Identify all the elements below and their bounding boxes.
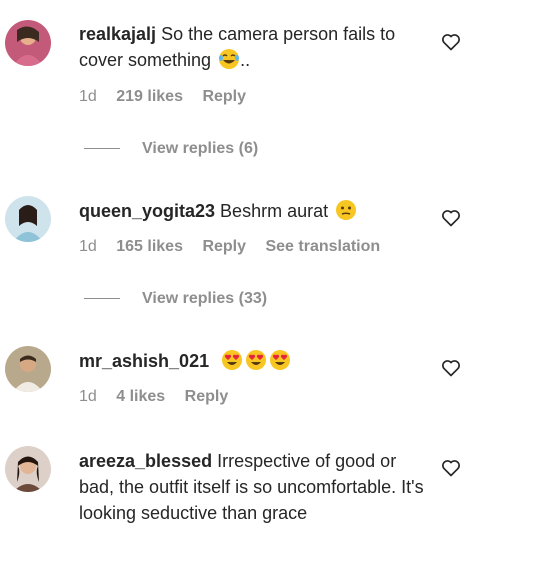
view-replies-label: View replies (33) — [142, 290, 268, 307]
like-heart-icon[interactable] — [441, 208, 461, 228]
see-translation-button[interactable]: See translation — [265, 238, 380, 255]
reply-button[interactable]: Reply — [202, 88, 246, 105]
divider-line — [84, 298, 120, 300]
comment-likes[interactable]: 165 likes — [116, 238, 183, 255]
comment-likes[interactable]: 219 likes — [116, 88, 183, 105]
comment-username[interactable]: realkajalj — [79, 24, 156, 44]
view-replies-label: View replies (6) — [142, 140, 259, 157]
view-replies-button[interactable]: View replies (6) — [84, 140, 258, 158]
comment-username[interactable]: queen_yogita23 — [79, 201, 215, 221]
reply-button[interactable]: Reply — [185, 388, 229, 405]
comment-username[interactable]: mr_ashish_021 — [79, 351, 209, 371]
comment-body: Beshrm aurat — [220, 201, 329, 221]
comment-text: realkajalj So the camera person fails to … — [79, 21, 424, 73]
heart-eyes-emoji — [270, 350, 291, 370]
avatar[interactable] — [5, 20, 51, 66]
laughing-tears-emoji — [219, 49, 240, 69]
view-replies-button[interactable]: View replies (33) — [84, 290, 267, 308]
divider-line — [84, 148, 120, 150]
comment-suffix: .. — [240, 50, 251, 70]
heart-eyes-emoji — [246, 350, 267, 370]
comment-text: queen_yogita23 Beshrm aurat — [79, 198, 424, 224]
comment-meta: 1d 165 likes Reply See translation — [79, 238, 395, 256]
comment-text: areeza_blessed Irrespective of good or ba… — [79, 448, 424, 526]
comment-text: mr_ashish_021 — [79, 348, 424, 374]
comment-likes[interactable]: 4 likes — [116, 388, 165, 405]
neutral-face-emoji — [336, 200, 357, 220]
reply-button[interactable]: Reply — [202, 238, 246, 255]
comment-meta: 1d 219 likes Reply — [79, 88, 261, 106]
like-heart-icon[interactable] — [441, 458, 461, 478]
comment-time: 1d — [79, 388, 97, 405]
heart-eyes-emoji — [222, 350, 243, 370]
avatar[interactable] — [5, 346, 51, 392]
avatar[interactable] — [5, 446, 51, 492]
comment-time: 1d — [79, 238, 97, 255]
comment-meta: 1d 4 likes Reply — [79, 388, 243, 406]
comment-username[interactable]: areeza_blessed — [79, 451, 212, 471]
like-heart-icon[interactable] — [441, 32, 461, 52]
avatar[interactable] — [5, 196, 51, 242]
like-heart-icon[interactable] — [441, 358, 461, 378]
comment-time: 1d — [79, 88, 97, 105]
